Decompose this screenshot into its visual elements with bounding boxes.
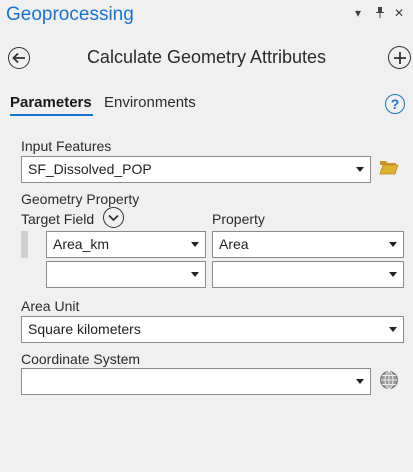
tab-active-underline — [10, 114, 93, 116]
tab-environments[interactable]: Environments — [104, 94, 196, 111]
input-features-value: SF_Dissolved_POP — [28, 161, 152, 177]
add-icon — [393, 51, 406, 64]
target-field-value: Area_km — [53, 236, 110, 252]
input-features-dropdown[interactable]: SF_Dissolved_POP — [21, 156, 371, 183]
area-unit-label: Area Unit — [21, 298, 80, 314]
chevron-down-icon — [389, 327, 397, 332]
property-value: Area — [219, 236, 249, 252]
close-icon[interactable]: ✕ — [394, 6, 404, 20]
coordinate-system-label: Coordinate System — [21, 351, 141, 367]
target-field-header: Target Field — [21, 211, 95, 227]
area-unit-dropdown[interactable]: Square kilometers — [21, 316, 404, 343]
chevron-down-icon — [356, 379, 364, 384]
geometry-property-label: Geometry Property — [21, 191, 140, 207]
input-features-label: Input Features — [21, 138, 112, 154]
property-header: Property — [212, 211, 265, 227]
chevron-down-icon — [356, 167, 364, 172]
globe-icon[interactable] — [379, 370, 399, 390]
tab-parameters[interactable]: Parameters — [10, 94, 92, 111]
target-field-dropdown[interactable]: Area_km — [46, 231, 206, 258]
pin-icon[interactable] — [375, 6, 385, 20]
chevron-down-icon — [389, 242, 397, 247]
folder-icon[interactable] — [379, 159, 399, 175]
pane-menu-icon[interactable]: ▾ — [355, 6, 361, 20]
coordinate-system-dropdown[interactable] — [21, 368, 371, 395]
pane-title: Geoprocessing — [6, 4, 134, 25]
tool-title: Calculate Geometry Attributes — [86, 47, 327, 67]
expand-button[interactable] — [103, 207, 124, 228]
chevron-down-icon — [191, 272, 199, 277]
property-dropdown[interactable]: Area — [212, 231, 404, 258]
help-icon[interactable]: ? — [385, 94, 405, 114]
property-dropdown[interactable] — [212, 261, 404, 288]
target-field-dropdown[interactable] — [46, 261, 206, 288]
area-unit-value: Square kilometers — [28, 321, 141, 337]
chevron-down-icon — [191, 242, 199, 247]
add-button[interactable] — [388, 46, 411, 69]
chevron-down-icon — [108, 214, 119, 221]
row-selector[interactable] — [21, 231, 28, 258]
chevron-down-icon — [389, 272, 397, 277]
